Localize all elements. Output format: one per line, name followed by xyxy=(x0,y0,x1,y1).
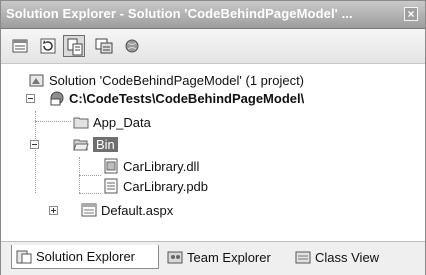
default-aspx-label: Default.aspx xyxy=(101,202,174,218)
carlibrary-dll-label: CarLibrary.dll xyxy=(123,158,200,174)
show-all-files-icon xyxy=(67,38,83,56)
expand-default-aspx-toggle[interactable] xyxy=(49,206,58,215)
collapse-bin-toggle[interactable] xyxy=(30,140,39,149)
tree-item-project[interactable]: C:\CodeTests\CodeBehindPageModel\ xyxy=(49,89,304,107)
aspx-file-icon xyxy=(81,203,97,217)
app-data-label: App_Data xyxy=(93,114,151,130)
folder-icon xyxy=(73,117,89,129)
tree-connector xyxy=(35,121,71,122)
tab-solution-explorer[interactable]: Solution Explorer xyxy=(11,245,159,269)
view-code-button[interactable] xyxy=(93,35,115,57)
solution-explorer-window: Solution Explorer - Solution 'CodeBehind… xyxy=(0,0,426,275)
properties-icon xyxy=(12,39,28,53)
solution-label: Solution 'CodeBehindPageModel' (1 projec… xyxy=(49,72,305,88)
pdb-file-icon xyxy=(104,178,118,194)
tab-team-explorer[interactable]: Team Explorer xyxy=(163,245,287,269)
website-project-icon xyxy=(50,91,64,106)
toolbar xyxy=(1,29,425,64)
tree-item-bin[interactable]: Bin xyxy=(73,135,118,153)
tree-item-app-data[interactable]: App_Data xyxy=(73,113,151,131)
tree-item-carlibrary-dll[interactable]: CarLibrary.dll xyxy=(103,157,199,175)
class-view-icon xyxy=(295,251,311,264)
copy-website-button[interactable] xyxy=(121,35,143,57)
tree-connector xyxy=(79,193,101,194)
copy-website-icon xyxy=(125,39,139,53)
tab-class-view[interactable]: Class View xyxy=(291,245,391,269)
solution-tree: Solution 'CodeBehindPageModel' (1 projec… xyxy=(1,65,425,241)
carlibrary-pdb-label: CarLibrary.pdb xyxy=(123,178,209,194)
dll-file-icon xyxy=(104,158,118,174)
title-bar[interactable]: Solution Explorer - Solution 'CodeBehind… xyxy=(1,1,425,29)
tab-team-explorer-label: Team Explorer xyxy=(187,249,271,265)
bin-label: Bin xyxy=(93,136,118,152)
solution-icon xyxy=(29,74,44,87)
tab-solution-explorer-label: Solution Explorer xyxy=(36,249,135,264)
tree-connector xyxy=(35,111,36,193)
solution-explorer-icon xyxy=(16,250,32,263)
team-explorer-icon xyxy=(167,251,183,264)
collapse-project-toggle[interactable] xyxy=(26,94,35,103)
tool-window-tabs: Solution Explorer Team Explorer Class Vi… xyxy=(1,241,425,275)
window-title: Solution Explorer - Solution 'CodeBehind… xyxy=(6,6,353,21)
open-folder-icon xyxy=(73,139,89,151)
close-button[interactable]: × xyxy=(404,7,418,21)
tree-connector xyxy=(79,175,101,176)
show-all-files-button[interactable] xyxy=(63,35,85,57)
properties-button[interactable] xyxy=(9,35,31,57)
refresh-icon xyxy=(40,38,56,54)
refresh-button[interactable] xyxy=(37,35,59,57)
view-code-icon xyxy=(95,38,113,54)
tree-item-default-aspx[interactable]: Default.aspx xyxy=(81,201,173,219)
tab-class-view-label: Class View xyxy=(315,249,380,265)
tree-item-solution[interactable]: Solution 'CodeBehindPageModel' (1 projec… xyxy=(29,71,304,89)
project-label: C:\CodeTests\CodeBehindPageModel\ xyxy=(69,90,305,106)
tree-item-carlibrary-pdb[interactable]: CarLibrary.pdb xyxy=(103,177,208,195)
